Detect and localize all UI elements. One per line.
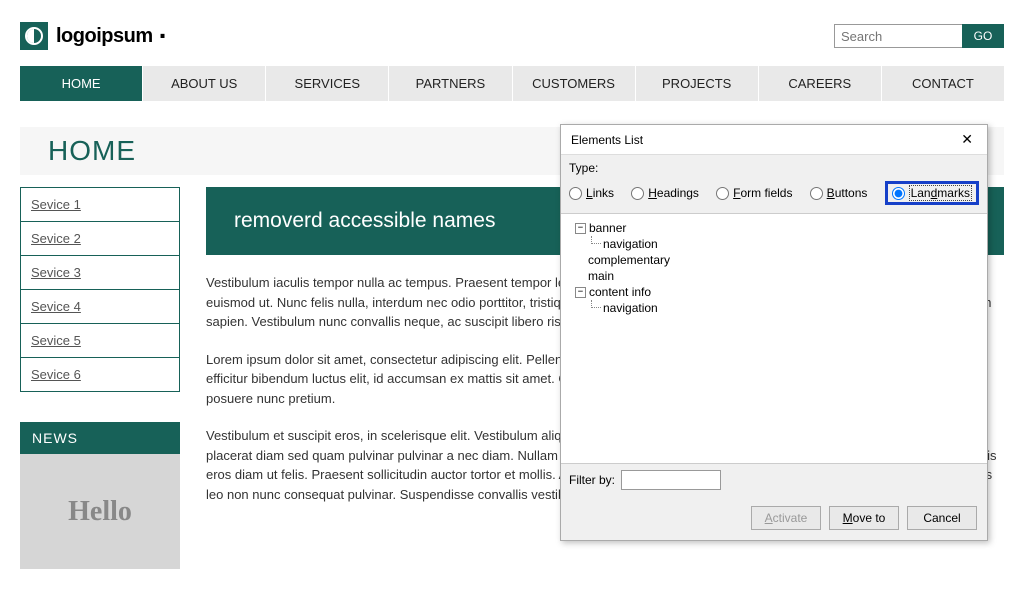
filter-label: Filter by: — [569, 473, 615, 487]
nav-item-customers[interactable]: CUSTOMERS — [513, 66, 636, 101]
radio-landmarks-input[interactable] — [892, 187, 905, 200]
elements-list-dialog: Elements List ✕ Type: Links Headings For… — [560, 124, 988, 541]
radio-headings[interactable]: Headings — [631, 186, 699, 200]
logo-dot: · — [159, 30, 168, 42]
radio-landmarks[interactable]: Landmarks — [885, 181, 979, 205]
activate-button: Activate — [751, 506, 821, 530]
move-to-button[interactable]: Move to — [829, 506, 899, 530]
radio-buttons[interactable]: Buttons — [810, 186, 868, 200]
close-icon[interactable]: ✕ — [957, 131, 977, 148]
tree-item-banner[interactable]: banner — [589, 221, 626, 235]
sidebar-item-service-4[interactable]: Sevice 4 — [21, 290, 179, 324]
sidebar-item-service-6[interactable]: Sevice 6 — [21, 358, 179, 391]
sidebar-item-service-2[interactable]: Sevice 2 — [21, 222, 179, 256]
dialog-button-bar: Activate Move to Cancel — [561, 496, 987, 540]
tree-item-navigation-2[interactable]: navigation — [603, 301, 658, 315]
collapse-icon-2[interactable]: − — [575, 287, 586, 298]
search-go-button[interactable]: GO — [962, 24, 1004, 48]
collapse-icon[interactable]: − — [575, 223, 586, 234]
search-input[interactable] — [834, 24, 962, 48]
type-section: Type: Links Headings Form fields Buttons… — [561, 155, 987, 214]
radio-links[interactable]: Links — [569, 186, 614, 200]
tree-item-contentinfo[interactable]: content info — [589, 285, 651, 299]
sidebar-item-service-1[interactable]: Sevice 1 — [21, 188, 179, 222]
search-wrap: GO — [834, 24, 1004, 48]
radio-form-fields[interactable]: Form fields — [716, 186, 792, 200]
nav-item-partners[interactable]: PARTNERS — [389, 66, 512, 101]
type-label: Type: — [569, 161, 979, 175]
header-bar: logoipsum · GO — [0, 0, 1024, 66]
radio-links-label: inks — [593, 186, 614, 200]
primary-nav: HOME ABOUT US SERVICES PARTNERS CUSTOMER… — [20, 66, 1004, 101]
radio-links-input[interactable] — [569, 187, 582, 200]
services-box: Sevice 1 Sevice 2 Sevice 3 Sevice 4 Sevi… — [20, 187, 180, 392]
logo-icon — [20, 22, 48, 50]
nav-item-projects[interactable]: PROJECTS — [636, 66, 759, 101]
brand-name: logoipsum — [56, 25, 153, 48]
landmark-tree[interactable]: − banner navigation complementary main −… — [561, 214, 987, 464]
sidebar: Sevice 1 Sevice 2 Sevice 3 Sevice 4 Sevi… — [20, 187, 180, 569]
sidebar-item-service-3[interactable]: Sevice 3 — [21, 256, 179, 290]
radio-headings-label: eadings — [657, 186, 699, 200]
filter-input[interactable] — [621, 470, 721, 490]
nav-item-careers[interactable]: CAREERS — [759, 66, 882, 101]
nav-item-contact[interactable]: CONTACT — [882, 66, 1004, 101]
radio-landmarks-label-post: marks — [937, 186, 970, 200]
cancel-button[interactable]: Cancel — [907, 506, 977, 530]
brand-logo: logoipsum · — [20, 22, 167, 50]
radio-buttons-label: uttons — [835, 186, 868, 200]
dialog-title-text: Elements List — [571, 133, 643, 147]
tree-item-navigation-1[interactable]: navigation — [603, 237, 658, 251]
radio-formfields-input[interactable] — [716, 187, 729, 200]
nav-item-home[interactable]: HOME — [20, 66, 143, 101]
nav-item-about[interactable]: ABOUT US — [143, 66, 266, 101]
tree-item-main[interactable]: main — [588, 269, 614, 283]
radio-formfields-label: orm fields — [740, 186, 792, 200]
news-header: NEWS — [20, 422, 180, 454]
radio-landmarks-label-pre: Lan — [911, 186, 931, 200]
dialog-titlebar: Elements List ✕ — [561, 125, 987, 155]
sidebar-item-service-5[interactable]: Sevice 5 — [21, 324, 179, 358]
radio-headings-input[interactable] — [631, 187, 644, 200]
nav-item-services[interactable]: SERVICES — [266, 66, 389, 101]
page-title: HOME — [48, 135, 136, 167]
tree-item-complementary[interactable]: complementary — [588, 253, 670, 267]
radio-buttons-input[interactable] — [810, 187, 823, 200]
filter-bar: Filter by: — [561, 464, 987, 496]
radio-row: Links Headings Form fields Buttons Landm… — [569, 181, 979, 205]
news-image-placeholder: Hello — [20, 454, 180, 569]
